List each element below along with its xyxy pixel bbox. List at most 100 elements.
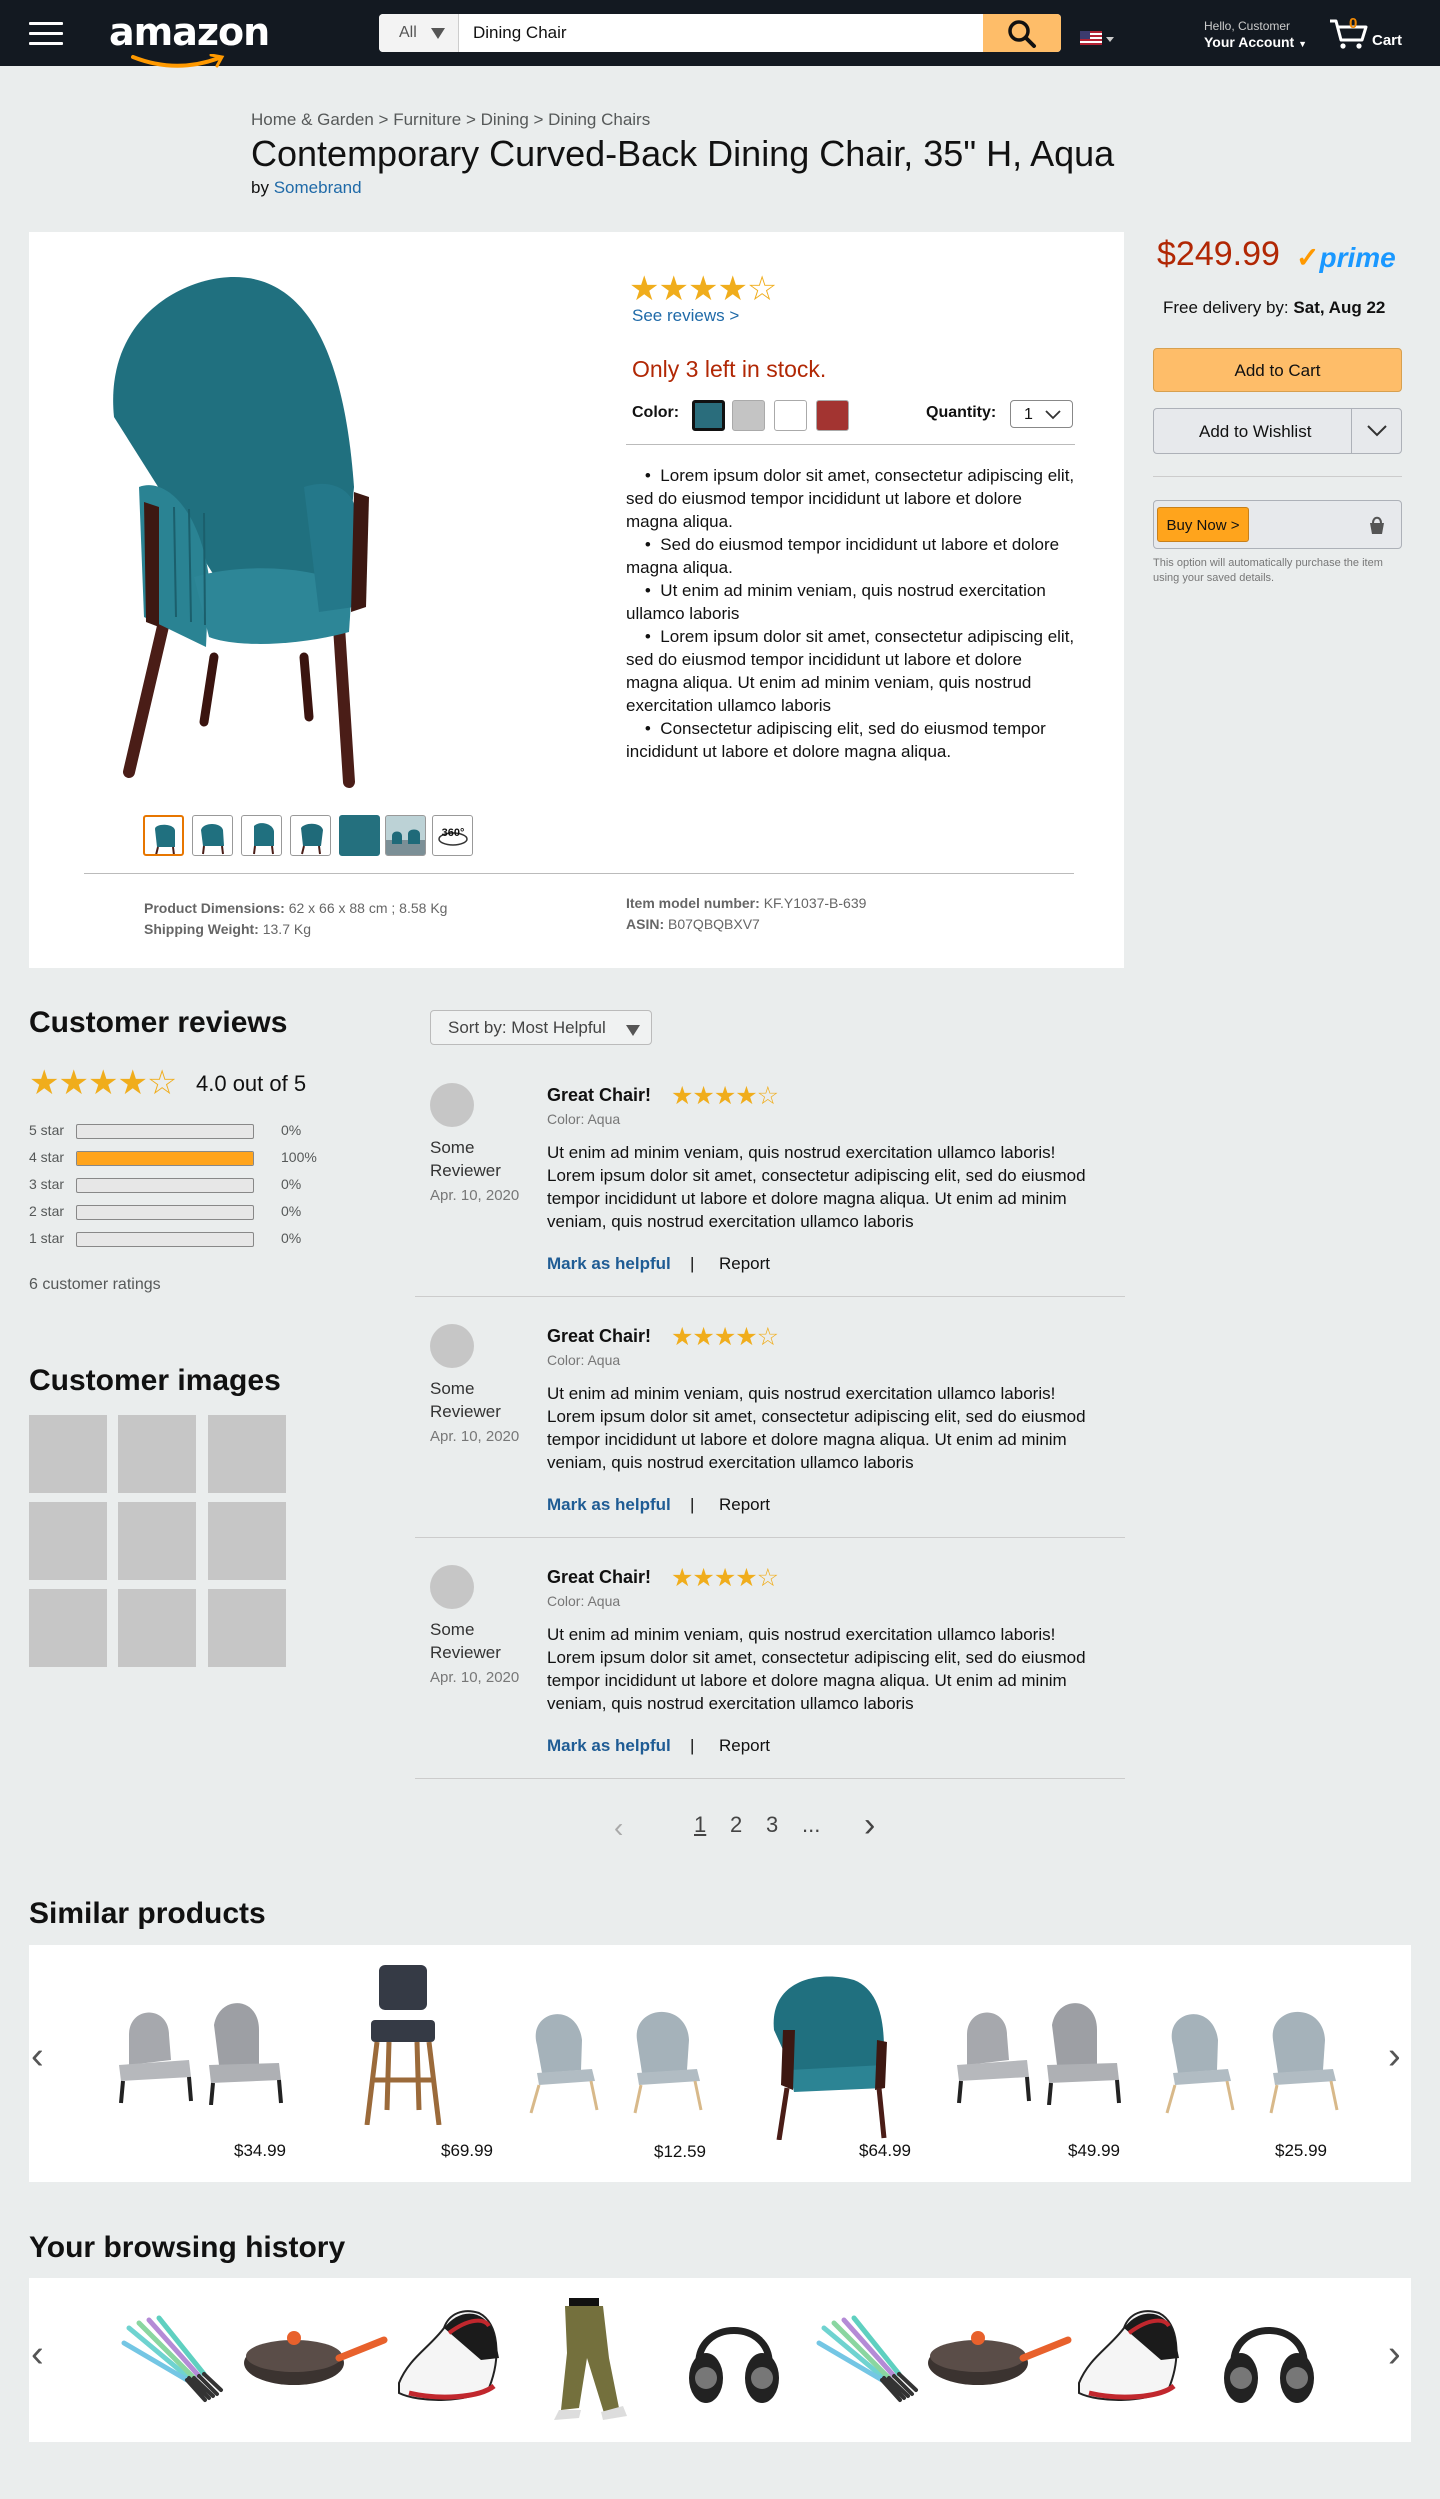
product-thumbnail[interactable] <box>241 815 282 856</box>
chevron-down-icon[interactable] <box>1367 425 1387 437</box>
account-menu[interactable]: Hello, Customer Your Account ▼ <box>1204 19 1307 50</box>
customer-image[interactable] <box>208 1589 286 1667</box>
history-item-sneaker[interactable] <box>1069 2298 1189 2418</box>
rating-bar-label: 3 star <box>29 1176 65 1192</box>
page-link[interactable]: 3 <box>766 1812 778 1838</box>
rating-bar-label: 1 star <box>29 1230 65 1246</box>
similar-product-image[interactable] <box>517 1985 737 2115</box>
price: $249.99 <box>1157 235 1280 273</box>
customer-image[interactable] <box>29 1589 107 1667</box>
customer-reviews-heading: Customer reviews <box>29 1006 288 1039</box>
ratings-count: 6 customer ratings <box>29 1276 161 1293</box>
rating-bar <box>76 1124 254 1139</box>
add-to-wishlist-button[interactable]: Add to Wishlist <box>1153 408 1402 454</box>
rating-bar-percent: 0% <box>281 1230 302 1246</box>
history-item-pan[interactable] <box>923 2318 1073 2408</box>
mark-helpful-link[interactable]: Mark as helpful <box>547 1254 671 1274</box>
mark-helpful-link[interactable]: Mark as helpful <box>547 1736 671 1756</box>
rating-bar-row[interactable]: 3 star 0% <box>29 1176 301 1193</box>
rating-bar-percent: 0% <box>281 1203 302 1219</box>
search-button[interactable] <box>983 14 1061 52</box>
page-link[interactable]: 2 <box>730 1812 742 1838</box>
cart-link[interactable]: 0 Cart <box>1328 15 1402 55</box>
history-item-pan[interactable] <box>239 2318 389 2408</box>
history-item-sneaker[interactable] <box>389 2298 509 2418</box>
search-input[interactable] <box>473 14 953 52</box>
chevron-down-icon <box>626 1025 640 1036</box>
rating-bar-row[interactable]: 2 star 0% <box>29 1203 301 1220</box>
customer-images-heading: Customer images <box>29 1364 281 1397</box>
review-stars: ★★★★☆ <box>671 1323 779 1351</box>
product-title: Contemporary Curved-Back Dining Chair, 3… <box>251 133 1115 174</box>
history-item-pants[interactable] <box>539 2298 629 2428</box>
hamburger-menu-icon[interactable] <box>29 22 63 46</box>
customer-image[interactable] <box>208 1502 286 1580</box>
search-category-label: All <box>399 24 417 41</box>
customer-image[interactable] <box>29 1415 107 1493</box>
feature-bullets: • Lorem ipsum dolor sit amet, consectetu… <box>626 464 1075 763</box>
carousel-next-icon[interactable]: › <box>1388 2333 1401 2376</box>
link-separator: | <box>690 1736 695 1755</box>
similar-product-image[interactable] <box>349 1965 459 2125</box>
rating-bar-row[interactable]: 5 star 0% <box>29 1122 301 1139</box>
carousel-next-icon[interactable]: › <box>1388 2035 1401 2078</box>
carousel-prev-icon[interactable]: ‹ <box>31 2035 44 2078</box>
review-body: Ut enim ad minim veniam, quis nostrud ex… <box>547 1625 1086 1713</box>
search-category-dropdown[interactable]: All <box>379 14 459 52</box>
customer-image[interactable] <box>118 1589 196 1667</box>
avatar <box>430 1565 474 1609</box>
next-page-icon[interactable]: › <box>864 1806 875 1845</box>
cart-label: Cart <box>1372 32 1403 49</box>
history-item-brushes[interactable] <box>109 2308 229 2408</box>
divider <box>415 1537 1125 1538</box>
rating-bar-row[interactable]: 4 star 100% <box>29 1149 317 1166</box>
brand-link[interactable]: Somebrand <box>274 178 362 197</box>
similar-product-image[interactable] <box>947 1985 1157 2105</box>
prev-page-icon[interactable]: ‹ <box>614 1812 623 1844</box>
color-swatch-gray[interactable] <box>732 400 765 431</box>
thumbnail-360-view[interactable]: 360° <box>432 815 473 856</box>
customer-image[interactable] <box>118 1415 196 1493</box>
review-body: Ut enim ad minim veniam, quis nostrud ex… <box>547 1143 1086 1231</box>
rating-bar-label: 4 star <box>29 1149 65 1165</box>
similar-product-image[interactable] <box>1153 1985 1373 2115</box>
amazon-logo[interactable]: amazon <box>109 10 270 68</box>
carousel-prev-icon[interactable]: ‹ <box>31 2333 44 2376</box>
rating-bar-row[interactable]: 1 star 0% <box>29 1230 301 1247</box>
quantity-dropdown[interactable]: 1 <box>1010 400 1073 428</box>
byline: by Somebrand <box>251 178 362 198</box>
mark-helpful-link[interactable]: Mark as helpful <box>547 1495 671 1515</box>
history-item-brushes[interactable] <box>804 2308 924 2408</box>
buy-now-button[interactable]: Buy Now > <box>1157 507 1249 542</box>
report-link[interactable]: Report <box>719 1736 770 1756</box>
similar-product-image[interactable] <box>109 1985 319 2105</box>
us-flag-icon[interactable] <box>1080 31 1102 45</box>
report-link[interactable]: Report <box>719 1254 770 1274</box>
prime-badge: ✓prime <box>1296 242 1396 273</box>
product-thumbnail[interactable] <box>339 815 380 856</box>
history-item-headphones[interactable] <box>1219 2308 1319 2418</box>
report-link[interactable]: Report <box>719 1495 770 1515</box>
add-to-cart-button[interactable]: Add to Cart <box>1153 348 1402 392</box>
color-swatch-aqua[interactable] <box>692 400 725 431</box>
breadcrumb[interactable]: Home & Garden > Furniture > Dining > Din… <box>251 110 650 130</box>
color-swatch-white[interactable] <box>774 400 807 431</box>
stock-status: Only 3 left in stock. <box>632 356 827 382</box>
review-color: Color: Aqua <box>547 1352 621 1368</box>
product-thumbnail[interactable] <box>385 815 426 856</box>
customer-image[interactable] <box>118 1502 196 1580</box>
customer-image[interactable] <box>208 1415 286 1493</box>
product-main-image[interactable] <box>104 277 404 807</box>
similar-product-image[interactable] <box>759 1970 899 2140</box>
page-link-current[interactable]: 1 <box>694 1812 706 1838</box>
product-thumbnail[interactable] <box>192 815 233 856</box>
product-thumbnail[interactable] <box>290 815 331 856</box>
history-item-headphones[interactable] <box>684 2308 784 2418</box>
delivery-info: Free delivery by: Sat, Aug 22 <box>1163 298 1386 317</box>
color-swatch-red[interactable] <box>816 400 849 431</box>
product-thumbnail[interactable] <box>143 815 184 856</box>
sort-dropdown[interactable]: Sort by: Most Helpful <box>430 1010 652 1045</box>
see-reviews-link[interactable]: See reviews > <box>632 306 739 326</box>
customer-image[interactable] <box>29 1502 107 1580</box>
divider <box>415 1778 1125 1779</box>
